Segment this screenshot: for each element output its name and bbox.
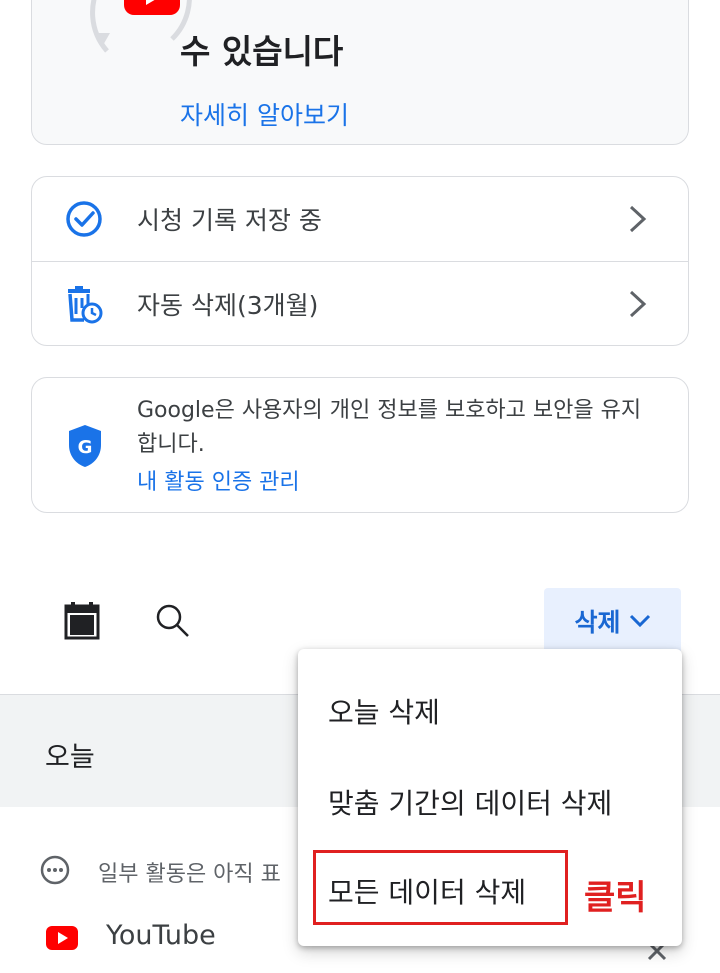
setting-row-history[interactable]: 시청 기록 저장 중	[32, 177, 688, 262]
calendar-icon[interactable]	[64, 602, 100, 640]
chevron-right-icon	[629, 290, 647, 318]
activity-app-name[interactable]: YouTube	[106, 920, 216, 951]
youtube-logo-icon	[46, 926, 78, 950]
google-shield-icon: G	[69, 425, 101, 467]
chevron-down-icon	[629, 614, 650, 628]
delete-button-label: 삭제	[574, 608, 621, 637]
auto-delete-icon	[68, 286, 103, 324]
setting-row-autodelete[interactable]: 자동 삭제(3개월)	[32, 262, 688, 346]
privacy-card: G Google은 사용자의 개인 정보를 보호하고 보안을 유지합니다. 내 …	[31, 377, 689, 513]
delete-dropdown-button[interactable]: 삭제	[544, 588, 681, 654]
menu-item-delete-today[interactable]: 오늘 삭제	[328, 691, 440, 731]
svg-text:G: G	[78, 437, 93, 458]
click-annotation: 클릭	[584, 878, 647, 918]
history-settings-card: 시청 기록 저장 중 자동 삭제(3개월)	[31, 176, 689, 346]
top-card-title: 수 있습니다	[180, 32, 344, 71]
more-horizontal-icon	[40, 855, 70, 885]
privacy-text: Google은 사용자의 개인 정보를 보호하고 보안을 유지합니다.	[137, 398, 642, 457]
learn-more-link[interactable]: 자세히 알아보기	[180, 96, 349, 132]
today-label: 오늘	[45, 742, 95, 773]
manage-verification-link[interactable]: 내 활동 인증 관리	[137, 464, 300, 496]
setting-label-autodelete: 자동 삭제(3개월)	[137, 291, 319, 320]
search-icon[interactable]	[155, 603, 191, 639]
setting-label-history: 시청 기록 저장 중	[137, 206, 322, 235]
menu-item-delete-custom-range[interactable]: 맞춤 기간의 데이터 삭제	[328, 782, 612, 822]
pending-activity-text: 일부 활동은 아직 표	[98, 862, 281, 887]
chevron-right-icon	[629, 205, 647, 233]
top-info-card	[31, 0, 689, 145]
highlight-box	[313, 850, 568, 925]
check-circle-icon	[66, 201, 102, 237]
